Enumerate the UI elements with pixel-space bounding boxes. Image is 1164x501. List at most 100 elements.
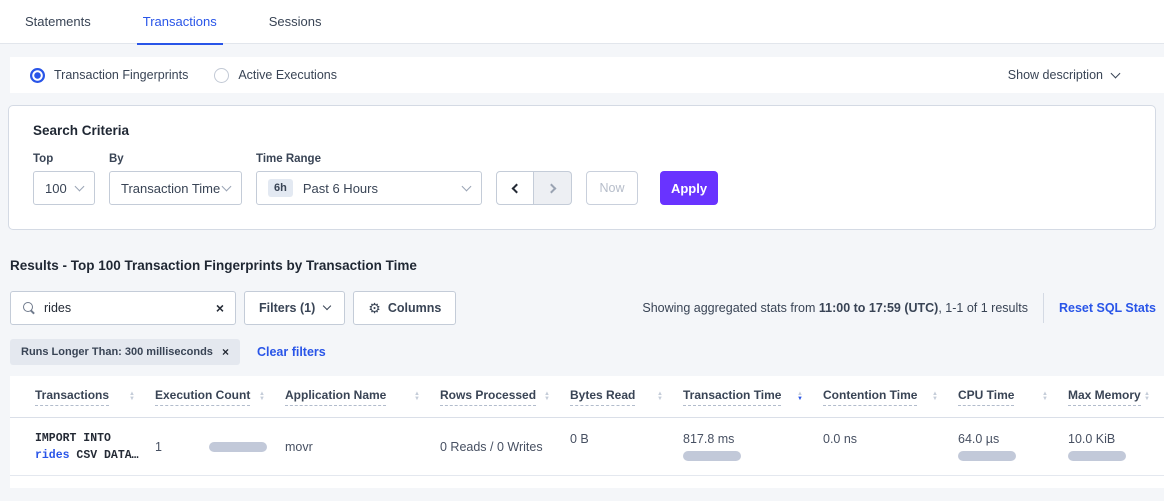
columns-button-label: Columns — [388, 301, 441, 315]
chevron-down-icon — [222, 181, 232, 191]
by-label: By — [109, 153, 242, 165]
column-label[interactable]: Rows Processed — [440, 388, 536, 406]
radio-unselected-icon — [214, 68, 229, 83]
cell-application-name: movr — [285, 440, 440, 454]
execution-count-bar — [209, 442, 267, 452]
cell-rows-processed: 0 Reads / 0 Writes — [440, 440, 570, 454]
gear-icon: ⚙ — [368, 300, 381, 317]
show-description-toggle[interactable]: Show description — [1008, 68, 1119, 82]
sort-icon[interactable]: ▲▼ — [544, 392, 550, 402]
column-header-execution-count[interactable]: Execution Count ▲▼ — [155, 388, 285, 406]
column-header-transactions[interactable]: Transactions ▲▼ — [35, 388, 155, 406]
radio-transaction-fingerprints[interactable]: Transaction Fingerprints — [30, 68, 188, 83]
cpu-time-value: 64.0 µs — [958, 432, 999, 446]
remove-filter-icon[interactable]: × — [222, 345, 229, 359]
sort-icon[interactable]: ▲▼ — [414, 392, 420, 402]
sort-icon[interactable]: ▲▼ — [129, 392, 135, 402]
tab-transactions-label: Transactions — [143, 14, 217, 29]
contention-time-value: 0.0 ns — [823, 432, 857, 446]
search-criteria-controls: Top 100 By Transaction Time Time Range 6… — [33, 153, 1131, 205]
filter-chip-row: Runs Longer Than: 300 milliseconds × Cle… — [10, 339, 1164, 365]
radio-active-executions[interactable]: Active Executions — [214, 68, 337, 83]
application-name-value: movr — [285, 440, 313, 454]
view-toggle-bar: Transaction Fingerprints Active Executio… — [10, 57, 1164, 93]
column-label[interactable]: Bytes Read — [570, 388, 635, 406]
show-description-label: Show description — [1008, 68, 1103, 82]
table-row[interactable]: IMPORT INTO rides CSV DATA… 1 movr 0 Rea… — [10, 418, 1164, 476]
sort-icon[interactable]: ▲▼ — [657, 392, 663, 402]
time-nav-group — [496, 171, 572, 205]
search-criteria-title: Search Criteria — [33, 123, 1131, 138]
filters-button[interactable]: Filters (1) — [244, 291, 345, 325]
max-memory-bar — [1068, 451, 1126, 461]
chevron-down-icon — [1111, 68, 1121, 78]
transaction-link[interactable]: rides — [35, 449, 70, 462]
chevron-right-icon — [546, 183, 556, 193]
column-header-cpu-time[interactable]: CPU Time ▲▼ — [958, 388, 1068, 406]
column-header-application-name[interactable]: Application Name ▲▼ — [285, 388, 440, 406]
by-control: By Transaction Time — [109, 153, 242, 205]
by-select[interactable]: Transaction Time — [109, 171, 242, 205]
radio-active-executions-label: Active Executions — [238, 68, 337, 82]
chevron-down-icon — [323, 302, 331, 310]
results-table: Transactions ▲▼ Execution Count ▲▼ Appli… — [10, 376, 1164, 488]
results-controls: × Filters (1) ⚙ Columns Showing aggregat… — [10, 291, 1156, 325]
sort-icon[interactable]: ▲▼ — [932, 392, 938, 402]
time-range-control: Time Range 6h Past 6 Hours — [256, 153, 482, 205]
cell-contention-time: 0.0 ns — [823, 432, 958, 461]
max-memory-value: 10.0 KiB — [1068, 432, 1115, 446]
tab-statements[interactable]: Statements — [25, 0, 91, 44]
column-label[interactable]: Transaction Time — [683, 388, 781, 406]
clear-search-icon[interactable]: × — [216, 301, 224, 315]
now-button[interactable]: Now — [586, 171, 638, 205]
divider — [1043, 293, 1044, 323]
column-label[interactable]: Max Memory — [1068, 388, 1141, 406]
top-control: Top 100 — [33, 153, 95, 205]
radio-selected-icon — [30, 68, 45, 83]
cell-max-memory: 10.0 KiB — [1068, 432, 1154, 461]
results-search-box: × — [10, 291, 236, 325]
column-label[interactable]: CPU Time — [958, 388, 1014, 406]
cell-transaction[interactable]: IMPORT INTO rides CSV DATA… — [35, 430, 155, 464]
radio-fingerprints-label: Transaction Fingerprints — [54, 68, 188, 82]
column-header-contention-time[interactable]: Contention Time ▲▼ — [823, 388, 958, 406]
sort-icon[interactable]: ▲▼ — [259, 392, 265, 402]
column-header-rows-processed[interactable]: Rows Processed ▲▼ — [440, 388, 570, 406]
sort-icon[interactable]: ▲▼ — [1042, 392, 1048, 402]
sort-icon[interactable]: ▲▼ — [1144, 392, 1150, 402]
stats-area: Showing aggregated stats from 11:00 to 1… — [642, 293, 1156, 323]
apply-button[interactable]: Apply — [660, 171, 718, 205]
cell-bytes-read: 0 B — [570, 432, 683, 461]
tab-sessions[interactable]: Sessions — [269, 0, 322, 44]
clear-filters-link[interactable]: Clear filters — [257, 345, 326, 359]
rows-processed-value: 0 Reads / 0 Writes — [440, 440, 543, 454]
search-input[interactable] — [44, 301, 216, 315]
stats-range: 11:00 to 17:59 (UTC) — [819, 301, 938, 315]
column-header-bytes-read[interactable]: Bytes Read ▲▼ — [570, 388, 683, 406]
column-label[interactable]: Application Name — [285, 388, 386, 406]
chevron-left-icon — [512, 183, 522, 193]
cell-execution-count: 1 — [155, 440, 285, 454]
column-header-max-memory[interactable]: Max Memory ▲▼ — [1068, 388, 1154, 406]
tab-transactions[interactable]: Transactions — [143, 0, 217, 44]
sort-icon-active[interactable]: ▲▼ — [797, 392, 803, 402]
column-label[interactable]: Execution Count — [155, 388, 250, 406]
table-header-row: Transactions ▲▼ Execution Count ▲▼ Appli… — [10, 376, 1164, 418]
results-heading: Results - Top 100 Transaction Fingerprin… — [10, 258, 1164, 273]
column-label[interactable]: Transactions — [35, 388, 109, 406]
column-label[interactable]: Contention Time — [823, 388, 917, 406]
columns-button[interactable]: ⚙ Columns — [353, 291, 456, 325]
time-range-select[interactable]: 6h Past 6 Hours — [256, 171, 482, 205]
stats-prefix: Showing aggregated stats from — [642, 301, 819, 315]
execution-count-value: 1 — [155, 440, 162, 454]
sql-rest: CSV DATA… — [70, 449, 139, 462]
column-header-transaction-time[interactable]: Transaction Time ▲▼ — [683, 388, 823, 406]
transaction-fingerprint: IMPORT INTO rides CSV DATA… — [35, 430, 139, 464]
time-prev-button[interactable] — [496, 171, 534, 205]
reset-sql-stats-link[interactable]: Reset SQL Stats — [1059, 301, 1156, 315]
cell-cpu-time: 64.0 µs — [958, 432, 1068, 461]
top-select[interactable]: 100 — [33, 171, 95, 205]
tab-bar: Statements Transactions Sessions — [0, 0, 1164, 44]
top-label: Top — [33, 153, 95, 165]
time-next-button[interactable] — [534, 171, 572, 205]
